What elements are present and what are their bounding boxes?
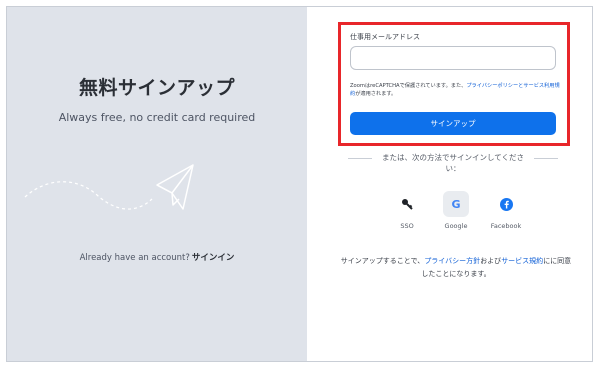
facebook-icon	[493, 191, 519, 217]
email-label: 仕事用メールアドレス	[350, 33, 420, 41]
facebook-label: Facebook	[490, 222, 522, 230]
google-icon: G	[443, 191, 469, 217]
terms-notice: サインアップすることで、プライバシー方針およびサービス規約にに同意したことになり…	[338, 255, 574, 281]
paper-plane-illustration	[24, 164, 194, 210]
email-field[interactable]	[350, 46, 556, 70]
terms-prefix: サインアップすることで、	[340, 257, 425, 265]
left-panel: 無料サインアップ Always free, no credit card req…	[7, 7, 307, 361]
page-subtitle: Always free, no credit card required	[58, 111, 256, 124]
recaptcha-suffix: が適用されます。	[355, 91, 397, 97]
page-title: 無料サインアップ	[78, 77, 235, 99]
recaptcha-notice: ZoomはreCAPTCHAで保護されています。また、プライバシーポリシーとサー…	[350, 82, 560, 98]
signin-divider: または、次の方法でサインインしてください：	[348, 152, 558, 173]
facebook-option[interactable]: Facebook	[476, 191, 536, 230]
terms-link[interactable]: サービス規約	[501, 257, 543, 265]
account-text: Already have an account?	[79, 253, 190, 263]
signup-button[interactable]: サインアップ	[350, 112, 556, 135]
existing-account-prompt: Already have an account? サインイン	[7, 251, 307, 263]
signin-link[interactable]: サインイン	[192, 253, 235, 263]
divider-text: または、次の方法でサインインしてください：	[381, 153, 525, 173]
divider-line-left	[348, 158, 372, 159]
divider-line-right	[534, 158, 558, 159]
key-icon	[394, 191, 420, 217]
recaptcha-text: ZoomはreCAPTCHAで保護されています。また、	[350, 83, 467, 89]
privacy-link[interactable]: プライバシー方針	[424, 257, 480, 265]
terms-and: および	[480, 257, 502, 265]
